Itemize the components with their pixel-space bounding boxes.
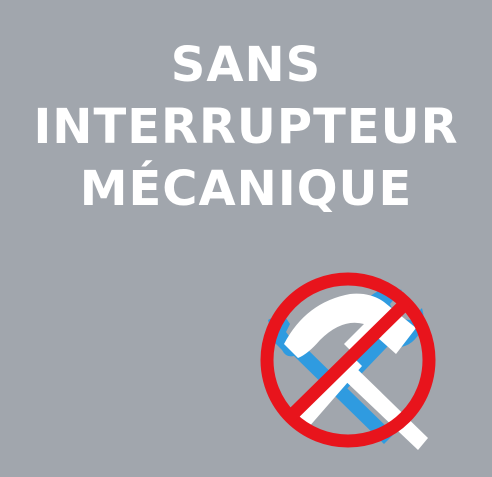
- feature-tile: SANS INTERRUPTEUR MÉCANIQUE: [0, 0, 492, 477]
- feature-title-line-2: INTERRUPTEUR: [33, 99, 459, 155]
- no-tools-icon: [260, 272, 436, 450]
- feature-title: SANS INTERRUPTEUR MÉCANIQUE: [0, 34, 492, 220]
- feature-title-line-3: MÉCANIQUE: [79, 161, 413, 217]
- feature-title-line-1: SANS: [170, 37, 322, 93]
